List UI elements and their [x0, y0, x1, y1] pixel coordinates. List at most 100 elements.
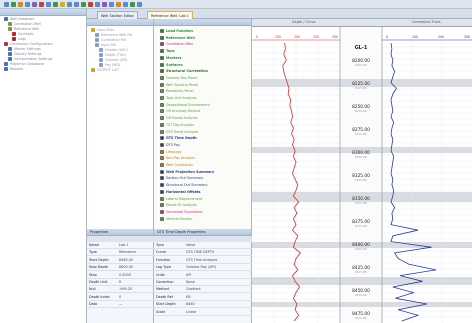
workflow-step[interactable]: Tops Unit Analysis [160, 95, 197, 101]
workflow-step[interactable]: GR Facies Analysis [160, 115, 197, 121]
workflow-step[interactable]: DTS Trend Analysis [160, 129, 198, 135]
property-row[interactable]: Step 0.5000 [87, 272, 154, 279]
workflow-step-label: GR Facies Analysis [166, 116, 198, 121]
workflow-step[interactable]: Structural Out Summary [160, 182, 207, 188]
toolbar-button-icon[interactable] [39, 2, 44, 7]
toolbar-button-icon[interactable] [123, 2, 128, 7]
log-view[interactable]: Depth / Curve Correlation Track 0 150 200 2… [252, 19, 472, 323]
workflow-step-label: Horizontal Equivalent [166, 209, 203, 214]
toolbar-button-icon[interactable] [25, 2, 30, 7]
tab-2[interactable]: Reference Well: Lab 1 [147, 11, 194, 19]
tree-item-label: Correlation Configuration [10, 42, 53, 46]
workflow-step[interactable]: GR Anomaly Review [160, 108, 200, 114]
property-row[interactable]: Start Depth 8460.00 [87, 257, 154, 264]
workflow-step[interactable]: Non-Pay Analysis [160, 155, 195, 161]
tree-item-label: Projection Database [10, 62, 45, 66]
toolbar-button-icon[interactable] [18, 2, 23, 7]
workflow-step[interactable]: Resistivity Panel [160, 88, 194, 94]
toolbar-button-icon[interactable] [46, 2, 51, 7]
property-row[interactable]: Method Gradient [154, 286, 252, 294]
workflow-step[interactable]: Lateral Displacement [160, 196, 202, 202]
workflow-step-label: Section Out Summary [166, 176, 204, 181]
property-row[interactable]: Function GTS Time Analysis [154, 257, 252, 264]
file-tree-label: Header (ASC) [105, 48, 128, 52]
tree-item[interactable]: Reports [4, 67, 23, 72]
property-value: ft [119, 280, 122, 284]
property-row[interactable]: Log Type Gamma Ray (API) [154, 264, 252, 272]
workflow-step[interactable]: Surfaces [160, 62, 183, 68]
toolbar-button-icon[interactable] [130, 2, 135, 7]
property-key: Start Depth [156, 302, 176, 307]
property-row[interactable]: Name Lab 1 [87, 242, 154, 249]
property-value: 8460 [186, 302, 195, 307]
property-row[interactable]: Depth Ref KB [154, 294, 252, 301]
workflow-step[interactable]: Depositional Environment [160, 102, 210, 108]
workflow-step[interactable]: Section Out Summary [160, 175, 203, 181]
property-row[interactable]: Depth Index 0 [87, 294, 154, 301]
workflow-step[interactable]: Horizontal Offsets [160, 189, 201, 195]
workflow-step[interactable]: Well Projection Summary [160, 169, 214, 175]
property-row[interactable]: Null -999.25 [87, 286, 154, 294]
workflow-step-label: Result Fit Analysis [166, 203, 197, 208]
toolbar-button-icon[interactable] [4, 2, 9, 7]
property-row[interactable]: Units API [154, 272, 252, 279]
workflow-step[interactable]: Reference Well [160, 35, 195, 41]
workflow-step[interactable]: Lithology [160, 149, 182, 155]
property-row[interactable]: Type Reference [87, 249, 154, 257]
toolbar-button-icon[interactable] [60, 2, 65, 7]
workflow-step-label: TST Dip Analysis [166, 122, 195, 127]
toolbar-button-icon[interactable] [74, 2, 79, 7]
log-tracks[interactable]: 0 150 200 250 300 0 100 200 300 GL-1 8200.008200 M… [252, 27, 472, 323]
property-row[interactable]: Stop Depth 8600.00 [87, 264, 154, 272]
formation-band [252, 302, 472, 307]
step-status-icon [160, 156, 164, 161]
tree-item-label: Logs [18, 37, 26, 41]
workflow-step[interactable]: Structural Correlation [160, 68, 208, 74]
workflow-step[interactable]: Well Correlation [160, 162, 193, 168]
workflow-step[interactable]: Correlation Well [160, 41, 193, 47]
toolbar-button-icon[interactable] [102, 2, 107, 7]
toolbar-button-icon[interactable] [109, 2, 114, 7]
tree-item-label: Marker Settings [14, 47, 41, 51]
track2-scale-label: 200 [438, 35, 444, 39]
toolbar-button-icon[interactable] [11, 2, 16, 7]
property-row[interactable]: Data — [87, 301, 154, 309]
toolbar-button-icon[interactable] [53, 2, 58, 7]
property-key: Log Type [156, 265, 171, 270]
toolbar-button-icon[interactable] [88, 2, 93, 7]
workflow-step[interactable]: DTS Pay [160, 142, 180, 148]
property-value: Gradient [186, 287, 201, 292]
depth-sublabel: 8200 MD [355, 63, 367, 67]
property-row[interactable]: Depth Unit ft [87, 279, 154, 286]
property-row[interactable]: Start Depth 8460 [154, 301, 252, 309]
workflow-step[interactable]: TST Dip Analysis [160, 122, 194, 128]
workflow-step[interactable]: Well Spacing Panel [160, 82, 198, 88]
workflow-step[interactable]: Result Fit Analysis [160, 202, 197, 208]
property-row[interactable]: Curve GTS TIME DEPTH [154, 249, 252, 257]
track1-scale-label: 200 [294, 35, 300, 39]
property-row[interactable]: Scale Linear [154, 309, 252, 316]
property-value: 8600.00 [119, 265, 134, 270]
step-status-icon [160, 89, 164, 94]
toolbar-button-icon[interactable] [81, 2, 86, 7]
folder-icon [4, 42, 8, 46]
workflow-step[interactable]: Markers [160, 55, 182, 61]
toolbar-button-icon[interactable] [95, 2, 100, 7]
workflow-step[interactable]: GTS Time Depth [160, 135, 197, 141]
property-key: Scale [156, 309, 166, 314]
toolbar-button-icon[interactable] [32, 2, 37, 7]
workflow-step[interactable]: Gamma Ray Panel [160, 75, 197, 81]
workflow-step[interactable]: Tops [160, 48, 175, 54]
folder-icon [8, 52, 12, 56]
toolbar-button-icon[interactable] [116, 2, 121, 7]
workflow-step[interactable]: Horizontal Equivalent [160, 209, 202, 215]
toolbar-button-icon[interactable] [67, 2, 72, 7]
property-row[interactable]: Type Value [154, 242, 252, 249]
file-tree-item[interactable]: OUTPUT LIST [91, 68, 119, 73]
workflow-step[interactable]: Load Function [160, 28, 193, 34]
workflow-step-label: Tops Unit Analysis [166, 96, 197, 100]
toolbar-button-icon[interactable] [137, 2, 142, 7]
property-row[interactable]: Correction None [154, 279, 252, 286]
tab-1[interactable]: Well Section Editor [97, 11, 138, 19]
workflow-step[interactable]: Vertical Section [160, 216, 192, 222]
